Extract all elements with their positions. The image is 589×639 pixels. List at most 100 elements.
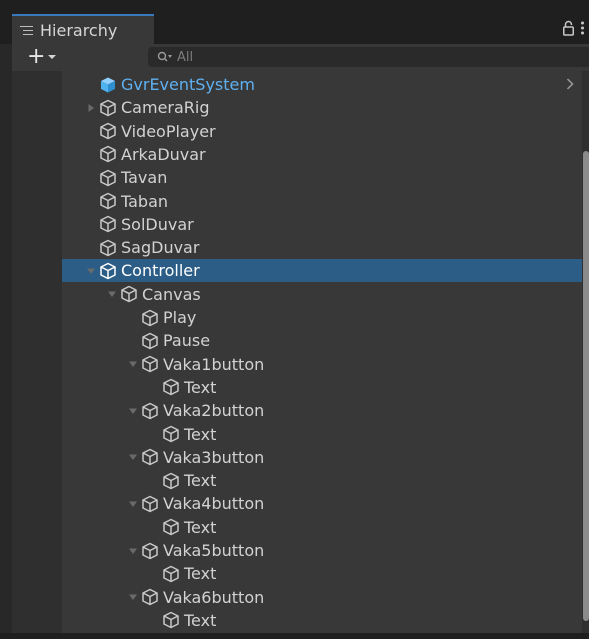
vertical-scrollbar[interactable]: [582, 71, 589, 639]
hierarchy-item-label: Play: [163, 308, 197, 327]
hierarchy-item-label: SagDuvar: [121, 238, 200, 258]
prefab-cube-icon: [101, 77, 115, 92]
hierarchy-item-vaka4button[interactable]: Vaka4button: [62, 492, 582, 515]
hierarchy-item-label: Vaka5button: [163, 541, 265, 560]
expanded-arrow-icon[interactable]: [126, 544, 139, 557]
hierarchy-item-text[interactable]: Text: [62, 423, 582, 446]
hierarchy-item-vaka5button[interactable]: Vaka5button: [62, 539, 582, 562]
hierarchy-item-label: Text: [184, 517, 217, 537]
hierarchy-item-camerarig[interactable]: CameraRig: [62, 96, 582, 119]
hierarchy-item-label: Vaka3button: [163, 447, 265, 467]
expanded-arrow-icon[interactable]: [126, 497, 139, 510]
hierarchy-item-label: CameraRig: [121, 98, 210, 118]
plus-icon: +: [27, 44, 46, 69]
hierarchy-item-label: Text: [184, 610, 217, 630]
search-icon: [157, 51, 172, 62]
hierarchy-item-label: Taban: [121, 191, 169, 211]
hierarchy-item-label: SolDuvar: [121, 214, 194, 234]
gameobject-cube-icon: [100, 122, 116, 140]
gameobject-cube-icon: [100, 99, 116, 117]
search-input[interactable]: [177, 49, 557, 65]
hierarchy-item-label: Vaka2button: [163, 401, 265, 421]
hierarchy-item-label: Pause: [163, 331, 211, 351]
hierarchy-item-label: Vaka1button: [163, 354, 265, 374]
gameobject-cube-icon: [100, 239, 116, 256]
hierarchy-item-taban[interactable]: Taban: [62, 190, 582, 213]
hierarchy-item-label: Text: [184, 564, 217, 584]
hierarchy-item-play[interactable]: Play: [62, 306, 582, 329]
gameobject-cube-icon: [142, 449, 158, 466]
hierarchy-item-label: GvrEventSystem: [121, 75, 255, 94]
tab-label: Hierarchy: [40, 20, 118, 40]
gameobject-cube-icon: [121, 285, 137, 303]
hierarchy-item-vaka3button[interactable]: Vaka3button: [62, 446, 582, 469]
create-button[interactable]: +: [27, 44, 57, 69]
hierarchy-item-label: Text: [184, 424, 217, 444]
scrollbar-thumb[interactable]: [583, 151, 589, 621]
dropdown-caret-icon: [48, 55, 57, 59]
tab-bar: Hierarchy: [0, 0, 589, 44]
hierarchy-item-tavan[interactable]: Tavan: [62, 166, 582, 189]
hierarchy-item-text[interactable]: Text: [62, 376, 582, 399]
lock-icon[interactable]: [563, 20, 574, 36]
hierarchy-item-text[interactable]: Text: [62, 609, 582, 632]
more-options-icon[interactable]: [580, 20, 585, 36]
hierarchy-list-icon: [20, 25, 33, 36]
gameobject-cube-icon: [163, 612, 179, 629]
hierarchy-item-label: Controller: [121, 261, 200, 281]
hierarchy-item-label: Canvas: [142, 284, 201, 304]
hierarchy-item-label: Text: [184, 471, 217, 491]
hierarchy-item-label: ArkaDuvar: [121, 144, 206, 164]
gameobject-cube-icon: [142, 542, 158, 559]
hierarchy-item-label: Text: [184, 377, 217, 397]
hierarchy-item-videoplayer[interactable]: VideoPlayer: [62, 120, 582, 143]
gameobject-cube-icon: [100, 192, 116, 210]
expanded-arrow-icon[interactable]: [126, 358, 139, 371]
expanded-arrow-icon[interactable]: [84, 264, 97, 277]
gameobject-cube-icon: [142, 332, 158, 350]
gameobject-cube-icon: [100, 169, 116, 186]
expanded-arrow-icon[interactable]: [126, 404, 139, 417]
gameobject-cube-icon: [163, 379, 179, 396]
expanded-arrow-icon[interactable]: [105, 288, 118, 301]
hierarchy-item-canvas[interactable]: Canvas: [62, 283, 582, 306]
panel-bottom-edge: [0, 633, 589, 639]
gameobject-cube-icon: [142, 588, 158, 606]
hierarchy-item-text[interactable]: Text: [62, 469, 582, 492]
hierarchy-tree: GvrEventSystem CameraRig VideoPlayer ArkaDu…: [0, 71, 589, 639]
hierarchy-panel: Hierarchy + Gvr: [0, 0, 589, 639]
gameobject-cube-icon: [142, 495, 158, 513]
expanded-arrow-icon[interactable]: [126, 591, 139, 604]
hierarchy-item-vaka6button[interactable]: Vaka6button: [62, 586, 582, 609]
hierarchy-item-pause[interactable]: Pause: [62, 329, 582, 352]
gameobject-cube-icon: [100, 262, 116, 280]
hierarchy-item-gvreventsystem[interactable]: GvrEventSystem: [62, 73, 582, 96]
hierarchy-item-arkaduvar[interactable]: ArkaDuvar: [62, 143, 582, 166]
gameobject-cube-icon: [142, 309, 158, 326]
hierarchy-item-text[interactable]: Text: [62, 562, 582, 585]
hierarchy-item-text[interactable]: Text: [62, 516, 582, 539]
hierarchy-item-controller[interactable]: Controller: [62, 259, 582, 283]
open-prefab-chevron-icon[interactable]: [566, 78, 574, 90]
collapsed-arrow-icon[interactable]: [84, 101, 97, 114]
expanded-arrow-icon[interactable]: [126, 451, 139, 464]
gameobject-cube-icon: [163, 425, 179, 443]
hierarchy-item-label: VideoPlayer: [121, 121, 216, 141]
gameobject-cube-icon: [100, 216, 116, 233]
tree-gutter: [12, 71, 62, 639]
hierarchy-item-label: Vaka6button: [163, 587, 265, 607]
gameobject-cube-icon: [163, 518, 179, 536]
hierarchy-item-sagduvar[interactable]: SagDuvar: [62, 236, 582, 259]
gameobject-cube-icon: [163, 565, 179, 583]
tab-hierarchy[interactable]: Hierarchy: [12, 14, 154, 44]
gameobject-cube-icon: [142, 355, 158, 373]
hierarchy-item-vaka1button[interactable]: Vaka1button: [62, 353, 582, 376]
gameobject-cube-icon: [142, 402, 158, 419]
hierarchy-item-label: Tavan: [121, 168, 168, 188]
hierarchy-item-vaka2button[interactable]: Vaka2button: [62, 399, 582, 422]
gameobject-cube-icon: [163, 472, 179, 489]
gameobject-cube-icon: [100, 146, 116, 163]
hierarchy-item-solduvar[interactable]: SolDuvar: [62, 213, 582, 236]
search-field[interactable]: [148, 47, 589, 67]
hierarchy-toolbar: +: [12, 44, 589, 71]
